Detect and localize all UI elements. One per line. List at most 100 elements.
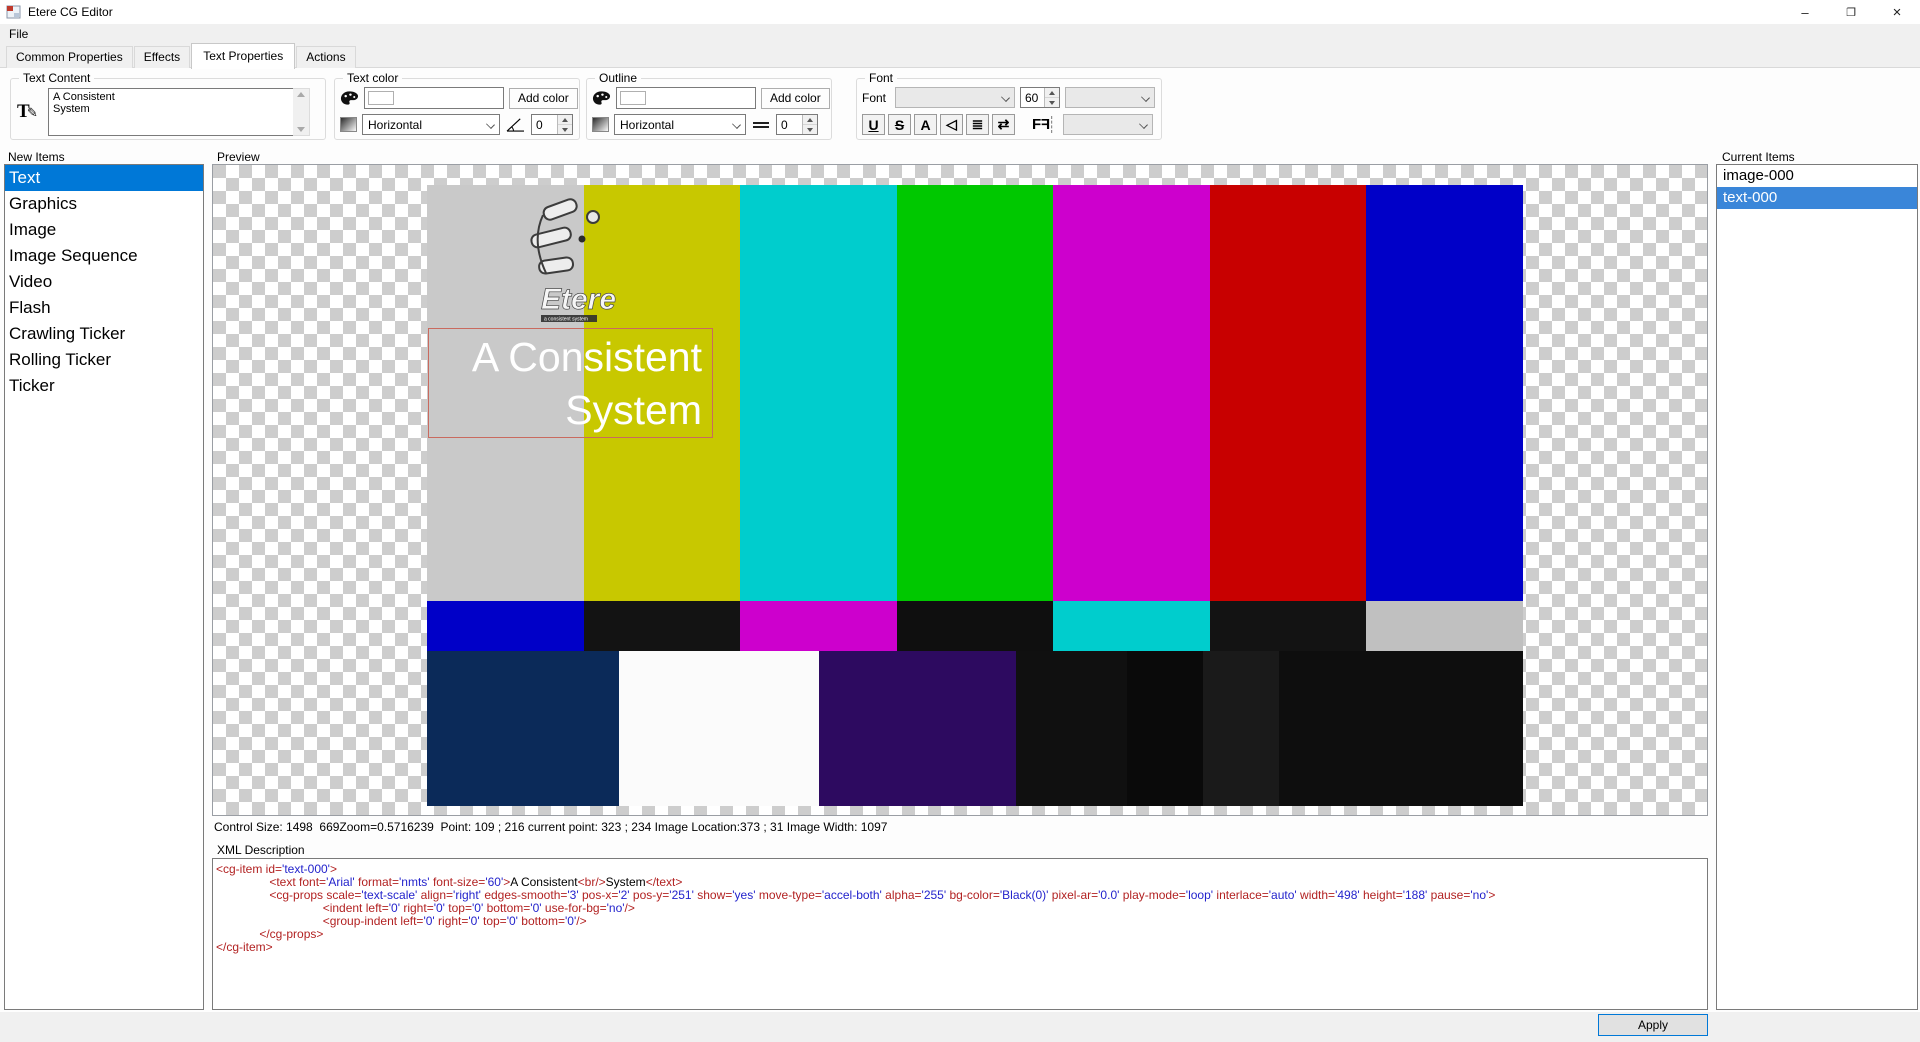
new-item-graphics[interactable]: Graphics — [5, 191, 203, 217]
text-item-overlay[interactable]: A Consistent System — [428, 328, 713, 438]
color-bar — [740, 601, 897, 651]
title-bar: Etere CG Editor – ❐ × — [0, 0, 1920, 24]
spin-up-icon[interactable] — [558, 115, 572, 125]
logo-dot-icon — [579, 236, 586, 243]
font-preset-select[interactable] — [1065, 87, 1155, 108]
new-item-ticker[interactable]: Ticker — [5, 373, 203, 399]
new-items-title: New Items — [8, 150, 65, 164]
new-item-image[interactable]: Image — [5, 217, 203, 243]
smpte-strip-bars — [427, 601, 1523, 651]
color-bar — [1210, 601, 1367, 651]
minimize-button[interactable]: – — [1782, 0, 1828, 24]
text-color-add-button[interactable]: Add color — [509, 88, 578, 109]
text-content-legend: Text Content — [19, 71, 94, 85]
text-color-legend: Text color — [343, 71, 402, 85]
angle-icon — [505, 116, 526, 133]
outline-width-spinner[interactable]: 0 — [776, 114, 818, 135]
spin-down-icon[interactable] — [1045, 98, 1059, 107]
text-color-gradient-select[interactable]: Horizontal — [362, 114, 500, 135]
color-bar — [427, 601, 584, 651]
color-bar — [1210, 185, 1367, 601]
smpte-image[interactable]: Etere a consistent system A Consistent S… — [427, 185, 1523, 806]
text-tool-icon: T✎ — [17, 101, 43, 123]
outline-group: Outline Add color Horizontal 0 — [586, 78, 832, 140]
apply-button[interactable]: Apply — [1598, 1014, 1708, 1036]
text-content-scrollbar[interactable] — [293, 88, 310, 136]
text-content-input[interactable]: A Consistent System — [48, 88, 294, 136]
color-bar — [1016, 651, 1128, 806]
font-group: Font Font 60 USA◁≣⇄ FF — [856, 78, 1162, 140]
new-item-flash[interactable]: Flash — [5, 295, 203, 321]
color-bar — [584, 601, 741, 651]
font-style-button-0[interactable]: U — [862, 114, 885, 135]
tab-text-properties[interactable]: Text Properties — [191, 43, 295, 69]
new-item-crawling-ticker[interactable]: Crawling Ticker — [5, 321, 203, 347]
font-family-select[interactable] — [895, 87, 1015, 108]
color-bar — [1203, 651, 1279, 806]
smpte-bottom-bars — [427, 651, 1523, 806]
text-color-swatch — [368, 91, 394, 105]
font-style-button-5[interactable]: ⇄ — [992, 114, 1015, 135]
chevron-down-icon — [732, 120, 741, 129]
scroll-up-icon[interactable] — [297, 92, 305, 97]
outline-width-value: 0 — [777, 115, 802, 134]
outline-legend: Outline — [595, 71, 641, 85]
chevron-down-icon — [486, 120, 495, 129]
color-bar — [897, 601, 1054, 651]
xml-code[interactable]: <cg-item id='text-000'> <text font='Aria… — [212, 858, 1708, 1010]
palette-icon — [340, 90, 359, 106]
text-color-angle-spinner[interactable]: 0 — [531, 114, 573, 135]
spin-down-icon[interactable] — [558, 125, 572, 134]
tab-effects[interactable]: Effects — [134, 46, 190, 68]
scroll-down-icon[interactable] — [297, 127, 305, 132]
mirror-text-icon[interactable]: FF — [1032, 116, 1052, 133]
font-style-button-4[interactable]: ≣ — [966, 114, 989, 135]
new-item-video[interactable]: Video — [5, 269, 203, 295]
gradient-icon — [340, 117, 357, 132]
font-style-buttons: USA◁≣⇄ — [862, 114, 1015, 135]
font-style-button-1[interactable]: S — [888, 114, 911, 135]
gradient-icon — [592, 117, 609, 132]
color-bar — [1279, 651, 1523, 806]
font-style-button-2[interactable]: A — [914, 114, 937, 135]
status-line: Control Size: 1498 669Zoom=0.5716239 Poi… — [214, 820, 887, 834]
color-bar — [1366, 601, 1523, 651]
spin-up-icon[interactable] — [803, 115, 817, 125]
tab-common-properties[interactable]: Common Properties — [6, 46, 133, 68]
spin-up-icon[interactable] — [1045, 88, 1059, 98]
menu-file[interactable]: File — [0, 24, 37, 44]
palette-icon — [592, 90, 611, 106]
spin-down-icon[interactable] — [803, 125, 817, 134]
font-style-button-3[interactable]: ◁ — [940, 114, 963, 135]
color-bar — [1366, 185, 1523, 601]
logo-tagline-text: a consistent system — [544, 317, 588, 323]
logo-dot-icon — [587, 211, 599, 223]
close-button[interactable]: × — [1874, 0, 1920, 24]
outline-gradient-select[interactable]: Horizontal — [614, 114, 746, 135]
outline-add-color-button[interactable]: Add color — [761, 88, 830, 109]
app-icon — [6, 4, 22, 20]
font-size-value: 60 — [1021, 88, 1044, 107]
outline-color-field[interactable] — [616, 87, 756, 109]
new-item-rolling-ticker[interactable]: Rolling Ticker — [5, 347, 203, 373]
text-color-angle-value: 0 — [532, 115, 557, 134]
color-bar — [619, 651, 820, 806]
color-bar — [1053, 185, 1210, 601]
color-bar — [740, 185, 897, 601]
tab-actions[interactable]: Actions — [296, 46, 355, 68]
text-color-field[interactable] — [364, 87, 504, 109]
current-item-text-000[interactable]: text-000 — [1717, 187, 1917, 209]
maximize-button[interactable]: ❐ — [1828, 0, 1874, 24]
font-size-spinner[interactable]: 60 — [1020, 87, 1060, 108]
new-item-text[interactable]: Text — [5, 165, 203, 191]
overlay-line-1: A Consistent — [429, 331, 702, 384]
font-effect-select[interactable] — [1063, 114, 1153, 135]
color-bar — [819, 651, 1015, 806]
color-bar — [897, 185, 1054, 601]
current-item-image-000[interactable]: image-000 — [1717, 165, 1917, 187]
text-color-group: Text color Add color Horizontal 0 — [334, 78, 580, 140]
color-bar — [427, 651, 619, 806]
new-item-image-sequence[interactable]: Image Sequence — [5, 243, 203, 269]
preview-canvas[interactable]: Etere a consistent system A Consistent S… — [212, 164, 1708, 816]
outline-gradient-value: Horizontal — [620, 118, 674, 132]
